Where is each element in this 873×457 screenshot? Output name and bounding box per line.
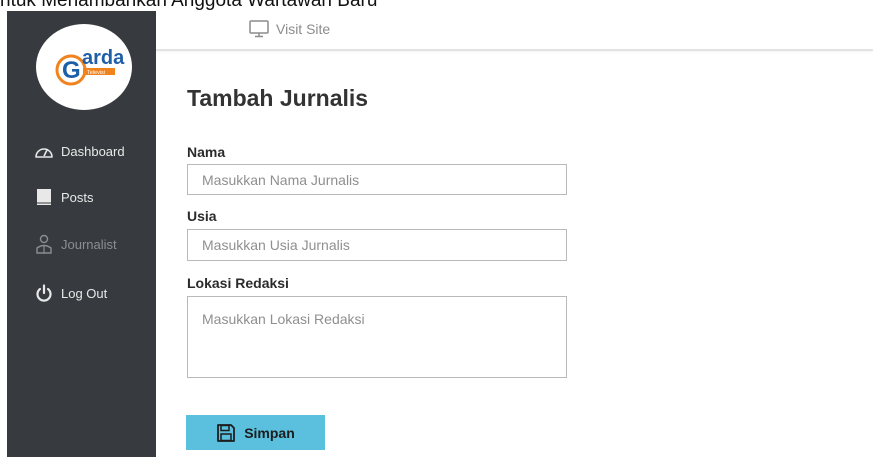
- logo-initial: G: [62, 57, 81, 84]
- visit-site-label: Visit Site: [276, 21, 331, 37]
- save-button[interactable]: Simpan: [186, 415, 325, 450]
- nama-input[interactable]: [187, 164, 567, 195]
- lokasi-textarea[interactable]: [187, 296, 567, 378]
- sidebar-item-label: Journalist: [61, 236, 117, 252]
- brand-logo[interactable]: G arda Televisi: [36, 24, 132, 110]
- nama-label: Nama: [187, 144, 226, 160]
- page-title: Tambah Jurnalis: [187, 85, 369, 111]
- sidebar-item-label: Dashboard: [61, 143, 125, 159]
- monitor-icon: [249, 20, 269, 38]
- save-button-label: Simpan: [244, 424, 295, 441]
- sidebar: G arda Televisi Dashboard Posts Journali…: [7, 11, 156, 457]
- sidebar-item-label: Log Out: [61, 285, 108, 301]
- usia-label: Usia: [187, 208, 217, 224]
- sidebar-item-dashboard[interactable]: Dashboard: [33, 140, 125, 162]
- logo-subtext: Televisi: [87, 70, 105, 76]
- journalist-icon: [33, 234, 55, 254]
- sidebar-item-posts[interactable]: Posts: [33, 186, 94, 208]
- floppy-icon: [216, 423, 236, 443]
- sidebar-item-journalist[interactable]: Journalist: [33, 233, 117, 255]
- usia-input[interactable]: [187, 229, 567, 261]
- figure-caption: ntuk Menambahkan Anggota Wartawan Baru: [0, 0, 378, 11]
- gauge-icon: [33, 141, 55, 161]
- sidebar-item-logout[interactable]: Log Out: [33, 282, 107, 304]
- lokasi-label: Lokasi Redaksi: [187, 275, 289, 291]
- logo-text: arda: [82, 47, 125, 69]
- power-icon: [33, 283, 55, 303]
- book-icon: [33, 187, 55, 207]
- sidebar-item-label: Posts: [61, 189, 94, 205]
- top-bar: Visit Site: [156, 11, 873, 51]
- page: ntuk Menambahkan Anggota Wartawan Baru G…: [0, 0, 873, 457]
- visit-site-link[interactable]: Visit Site: [249, 11, 330, 47]
